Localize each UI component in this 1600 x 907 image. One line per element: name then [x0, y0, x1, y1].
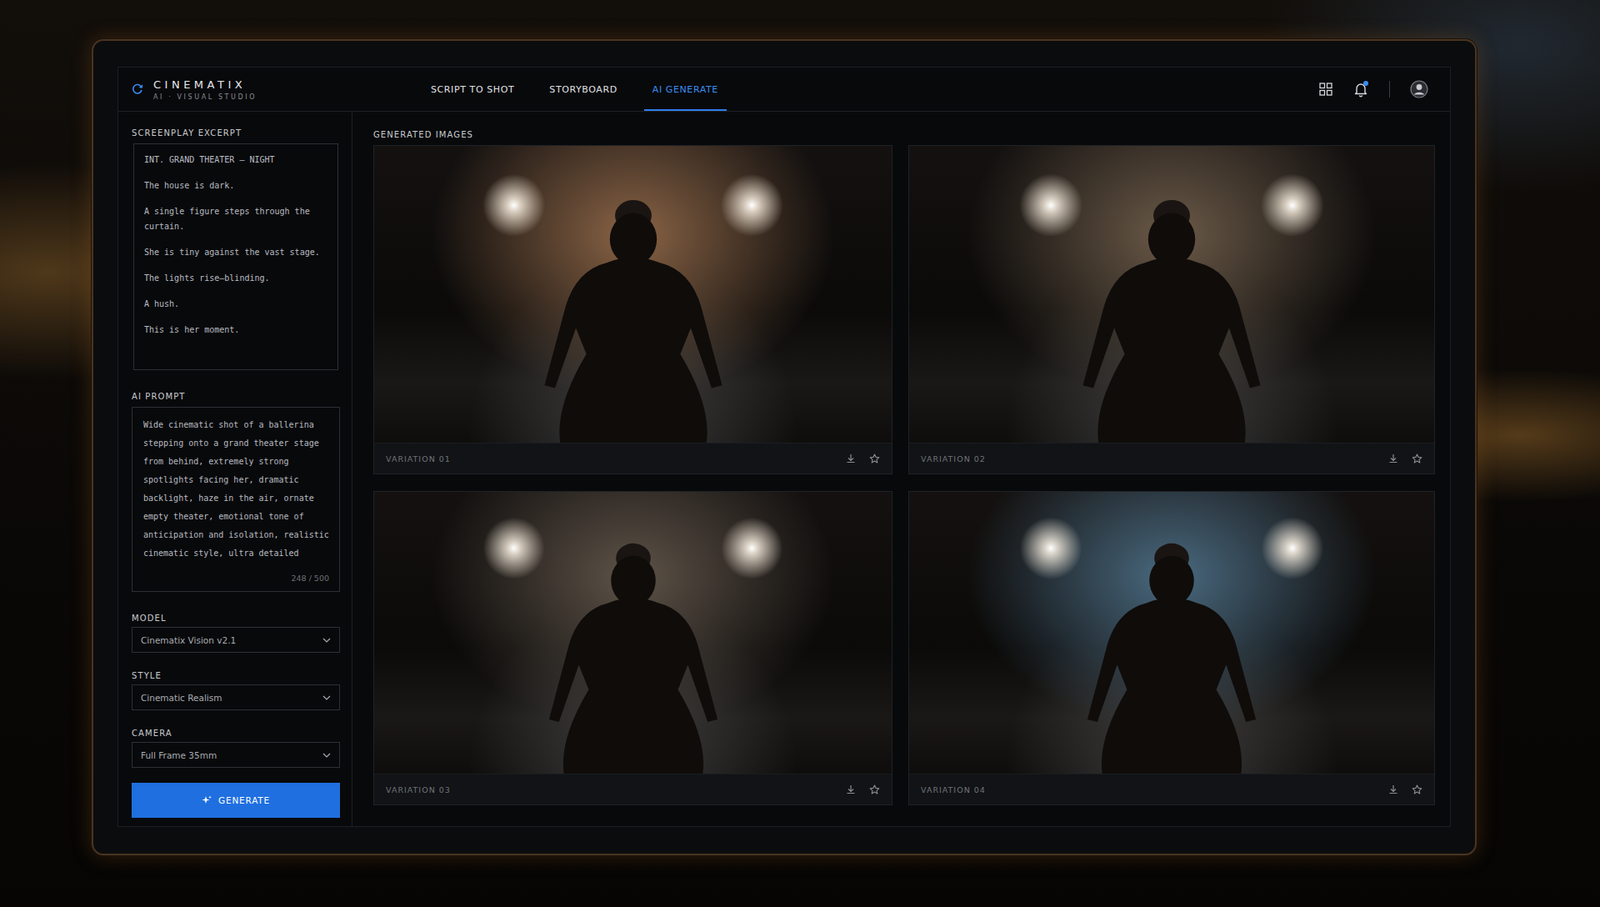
brand-tagline: AI · VISUAL STUDIO: [153, 93, 257, 101]
star-icon[interactable]: [869, 784, 880, 795]
screenplay-line: The house is dark.: [144, 178, 328, 194]
download-icon[interactable]: [1388, 784, 1399, 795]
notifications-button[interactable]: [1352, 80, 1370, 98]
logo[interactable]: CINEMATIX AI · VISUAL STUDIO: [118, 78, 353, 101]
screenplay-line: A single figure steps through the curtai…: [144, 204, 328, 235]
download-icon[interactable]: [1388, 453, 1399, 464]
generated-image[interactable]: [374, 145, 892, 443]
header-icons: [1319, 80, 1450, 99]
image-card[interactable]: VARIATION 04: [908, 490, 1435, 805]
setting-dropdown[interactable]: Full Frame 35mm: [131, 741, 340, 768]
chevron-down-icon: [322, 695, 331, 700]
ballerina-silhouette: [1040, 181, 1302, 443]
gallery-panel: GENERATED IMAGES VARIATION 01 VARIATION 02…: [352, 111, 1450, 826]
variation-label: VARIATION 04: [920, 785, 986, 795]
prompt-field[interactable]: Wide cinematic shot of a ballerina stepp…: [131, 406, 340, 592]
nav-tabs: SCRIPT TO SHOT STORYBOARD AI GENERATE: [422, 67, 727, 111]
setting-label: CAMERA: [131, 728, 340, 738]
logo-icon: [131, 83, 144, 95]
dropdown-value: Cinematix Vision v2.1: [140, 635, 236, 645]
setting-label: MODEL: [131, 613, 340, 623]
chevron-down-icon: [322, 637, 331, 643]
logo-text: CINEMATIX AI · VISUAL STUDIO: [153, 78, 257, 101]
ballerina-silhouette: [502, 181, 764, 443]
app-screen: CINEMATIX AI · VISUAL STUDIO SCRIPT TO SHO…: [117, 66, 1451, 827]
screenplay-line: A hush.: [144, 296, 328, 312]
top-bar: CINEMATIX AI · VISUAL STUDIO SCRIPT TO SHO…: [118, 67, 1450, 112]
image-footer: VARIATION 02: [909, 442, 1435, 474]
brand-name: CINEMATIX: [153, 78, 257, 91]
header-divider: [1389, 80, 1390, 98]
variation-label: VARIATION 03: [385, 785, 451, 795]
sparkle-icon: [201, 795, 212, 805]
screenplay-box: INT. GRAND THEATER – NIGHT The house is d…: [133, 143, 339, 370]
grid-icon[interactable]: [1319, 82, 1333, 96]
screenplay-line: The lights rise—blinding.: [144, 270, 328, 286]
screenplay-line: INT. GRAND THEATER – NIGHT: [144, 152, 328, 168]
unread-dot: [1363, 80, 1369, 86]
variation-label: VARIATION 01: [385, 454, 451, 464]
chevron-down-icon: [322, 752, 331, 758]
section-label: AI PROMPT: [131, 391, 340, 401]
image-footer: VARIATION 01: [374, 442, 892, 474]
left-panel: SCREENPLAY EXCERPT INT. GRAND THEATER – N…: [118, 111, 353, 826]
generate-button[interactable]: GENERATE: [131, 782, 340, 818]
generated-image[interactable]: [909, 145, 1435, 443]
dropdown-value: Full Frame 35mm: [140, 750, 217, 760]
section-label: SCREENPLAY EXCERPT: [131, 128, 340, 138]
setting-dropdown[interactable]: Cinematix Vision v2.1: [131, 626, 340, 653]
star-icon[interactable]: [869, 453, 880, 465]
avatar-icon[interactable]: [1410, 80, 1429, 99]
setting-dropdown[interactable]: Cinematic Realism: [131, 684, 340, 710]
generate-label: GENERATE: [218, 795, 270, 805]
image-footer: VARIATION 03: [374, 773, 892, 805]
image-card[interactable]: VARIATION 01: [373, 145, 893, 475]
image-footer: VARIATION 04: [909, 773, 1435, 805]
generated-image[interactable]: [374, 491, 892, 774]
image-card[interactable]: VARIATION 02: [908, 145, 1435, 475]
screenplay-line: This is her moment.: [144, 322, 328, 338]
screenplay-line: She is tiny against the vast stage.: [144, 245, 328, 260]
download-icon[interactable]: [845, 784, 856, 795]
star-icon[interactable]: [1411, 453, 1423, 465]
ballerina-silhouette: [509, 525, 757, 774]
setting-label: STYLE: [131, 670, 340, 680]
nav-tab[interactable]: STORYBOARD: [540, 67, 625, 111]
download-icon[interactable]: [845, 453, 856, 464]
image-card[interactable]: VARIATION 03: [373, 490, 893, 805]
ballerina-silhouette: [1047, 525, 1295, 774]
nav-tab[interactable]: SCRIPT TO SHOT: [422, 67, 523, 111]
star-icon[interactable]: [1411, 784, 1423, 795]
section-label: GENERATED IMAGES: [373, 130, 1438, 140]
char-counter: 248 / 500: [290, 573, 330, 583]
generated-image[interactable]: [909, 491, 1435, 774]
monitor-frame: CINEMATIX AI · VISUAL STUDIO SCRIPT TO SHO…: [91, 39, 1477, 855]
dropdown-value: Cinematic Realism: [140, 692, 222, 703]
workspace: SCREENPLAY EXCERPT INT. GRAND THEATER – N…: [118, 111, 1450, 826]
nav-tab[interactable]: AI GENERATE: [644, 67, 727, 111]
variation-label: VARIATION 02: [920, 454, 986, 464]
image-grid: VARIATION 01 VARIATION 02 VARIATION 03 VARI…: [373, 145, 1438, 805]
prompt-text[interactable]: Wide cinematic shot of a ballerina stepp…: [143, 415, 330, 574]
